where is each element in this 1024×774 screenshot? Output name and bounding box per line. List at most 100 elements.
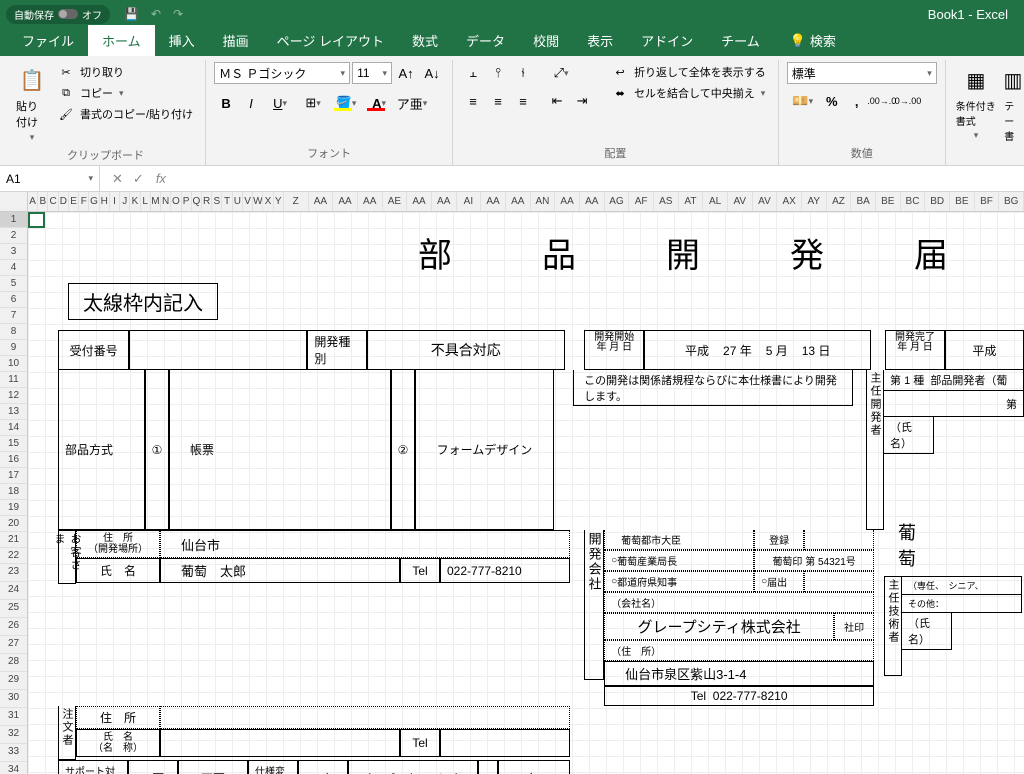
- undo-icon[interactable]: ↶: [151, 7, 161, 21]
- enter-formula-icon[interactable]: ✓: [133, 171, 144, 187]
- row-header[interactable]: 1: [0, 212, 27, 228]
- decrease-indent-icon[interactable]: ⇤: [545, 90, 569, 112]
- row-header[interactable]: 26: [0, 618, 27, 636]
- col-header[interactable]: AA: [580, 192, 605, 211]
- col-header[interactable]: M: [151, 192, 161, 211]
- col-header[interactable]: BF: [975, 192, 1000, 211]
- autosave-toggle[interactable]: 自動保存 オフ: [6, 5, 110, 24]
- align-left-icon[interactable]: ≡: [461, 90, 485, 112]
- orientation-button[interactable]: ⤢ ▾: [545, 62, 577, 84]
- underline-button[interactable]: U ▾: [264, 92, 296, 114]
- cancel-formula-icon[interactable]: ✕: [112, 171, 123, 187]
- tab-view[interactable]: 表示: [573, 25, 627, 56]
- font-color-button[interactable]: A▾: [363, 92, 395, 114]
- col-header[interactable]: V: [243, 192, 253, 211]
- tab-team[interactable]: チーム: [707, 25, 774, 56]
- col-header[interactable]: AF: [629, 192, 654, 211]
- tab-draw[interactable]: 描画: [209, 25, 263, 56]
- col-header[interactable]: BG: [999, 192, 1024, 211]
- col-header[interactable]: R: [202, 192, 212, 211]
- paste-button[interactable]: 📋 貼り付け ▾: [14, 62, 50, 145]
- col-header[interactable]: K: [130, 192, 140, 211]
- row-header[interactable]: 8: [0, 324, 27, 340]
- row-header[interactable]: 24: [0, 582, 27, 600]
- col-header[interactable]: N: [161, 192, 171, 211]
- format-painter-button[interactable]: 🖌書式のコピー/貼り付け: [54, 104, 197, 124]
- col-header[interactable]: F: [79, 192, 89, 211]
- col-header[interactable]: P: [182, 192, 192, 211]
- comma-button[interactable]: ,: [845, 90, 869, 112]
- col-header[interactable]: S: [212, 192, 222, 211]
- col-header[interactable]: AN: [531, 192, 556, 211]
- border-button[interactable]: ⊞ ▾: [297, 92, 329, 114]
- increase-decimal-icon[interactable]: .00→.0: [870, 90, 894, 112]
- col-header[interactable]: X: [263, 192, 273, 211]
- col-header[interactable]: AL: [703, 192, 728, 211]
- col-header[interactable]: G: [89, 192, 99, 211]
- fx-icon[interactable]: fx: [156, 171, 166, 186]
- tab-insert[interactable]: 挿入: [155, 25, 209, 56]
- col-header[interactable]: AA: [407, 192, 432, 211]
- col-header[interactable]: U: [233, 192, 243, 211]
- row-header[interactable]: 14: [0, 420, 27, 436]
- col-header[interactable]: AV: [753, 192, 778, 211]
- col-header[interactable]: AV: [728, 192, 753, 211]
- save-icon[interactable]: 💾: [124, 7, 139, 21]
- col-header[interactable]: AA: [333, 192, 358, 211]
- row-header[interactable]: 20: [0, 516, 27, 532]
- worksheet[interactable]: 部品開発届 太線枠内記入 受付番号 開発種別 不具合対応 開発開始年 月 日 平…: [28, 212, 1024, 774]
- row-header[interactable]: 12: [0, 388, 27, 404]
- col-header[interactable]: W: [253, 192, 263, 211]
- col-header[interactable]: AA: [506, 192, 531, 211]
- row-header[interactable]: 10: [0, 356, 27, 372]
- col-header[interactable]: AI: [457, 192, 482, 211]
- row-header[interactable]: 11: [0, 372, 27, 388]
- col-header[interactable]: C: [48, 192, 58, 211]
- italic-button[interactable]: I: [239, 92, 263, 114]
- tab-data[interactable]: データ: [452, 25, 519, 56]
- row-header[interactable]: 7: [0, 308, 27, 324]
- row-header[interactable]: 31: [0, 708, 27, 726]
- phonetic-button[interactable]: ア亜 ▾: [396, 92, 428, 114]
- col-header[interactable]: AA: [309, 192, 334, 211]
- align-top-icon[interactable]: ⫠: [461, 62, 485, 84]
- table-format-button[interactable]: ▥ テー書: [1002, 62, 1024, 145]
- increase-font-icon[interactable]: A↑: [394, 62, 418, 84]
- font-size-combo[interactable]: 11▾: [352, 62, 392, 84]
- col-header[interactable]: AA: [555, 192, 580, 211]
- align-right-icon[interactable]: ≡: [511, 90, 535, 112]
- align-center-icon[interactable]: ≡: [486, 90, 510, 112]
- search-box[interactable]: 💡 検索: [784, 25, 842, 56]
- row-header[interactable]: 25: [0, 600, 27, 618]
- row-header[interactable]: 6: [0, 292, 27, 308]
- col-header[interactable]: O: [171, 192, 181, 211]
- row-header[interactable]: 18: [0, 484, 27, 500]
- merge-button[interactable]: ⬌セルを結合して中央揃え ▾: [608, 83, 770, 103]
- redo-icon[interactable]: ↷: [173, 7, 183, 21]
- row-header[interactable]: 27: [0, 636, 27, 654]
- row-header[interactable]: 34: [0, 762, 27, 774]
- col-header[interactable]: AZ: [827, 192, 852, 211]
- tab-review[interactable]: 校閲: [519, 25, 573, 56]
- row-header[interactable]: 16: [0, 452, 27, 468]
- col-header[interactable]: AS: [654, 192, 679, 211]
- align-middle-icon[interactable]: ⫯: [486, 62, 510, 84]
- fill-color-button[interactable]: 🪣▾: [330, 92, 362, 114]
- row-header[interactable]: 28: [0, 654, 27, 672]
- col-header[interactable]: AE: [383, 192, 408, 211]
- col-header[interactable]: Q: [192, 192, 202, 211]
- currency-button[interactable]: 💴 ▾: [787, 90, 819, 112]
- bold-button[interactable]: B: [214, 92, 238, 114]
- tab-file[interactable]: ファイル: [8, 25, 88, 56]
- font-name-combo[interactable]: ＭＳ Ｐゴシック▾: [214, 62, 350, 84]
- col-header[interactable]: Y: [274, 192, 284, 211]
- row-header[interactable]: 22: [0, 548, 27, 564]
- col-header[interactable]: BA: [851, 192, 876, 211]
- tab-addin[interactable]: アドイン: [627, 25, 707, 56]
- row-header[interactable]: 4: [0, 260, 27, 276]
- col-header[interactable]: D: [59, 192, 69, 211]
- row-header[interactable]: 2: [0, 228, 27, 244]
- row-header[interactable]: 17: [0, 468, 27, 484]
- row-header[interactable]: 9: [0, 340, 27, 356]
- name-box[interactable]: A1▾: [0, 166, 100, 191]
